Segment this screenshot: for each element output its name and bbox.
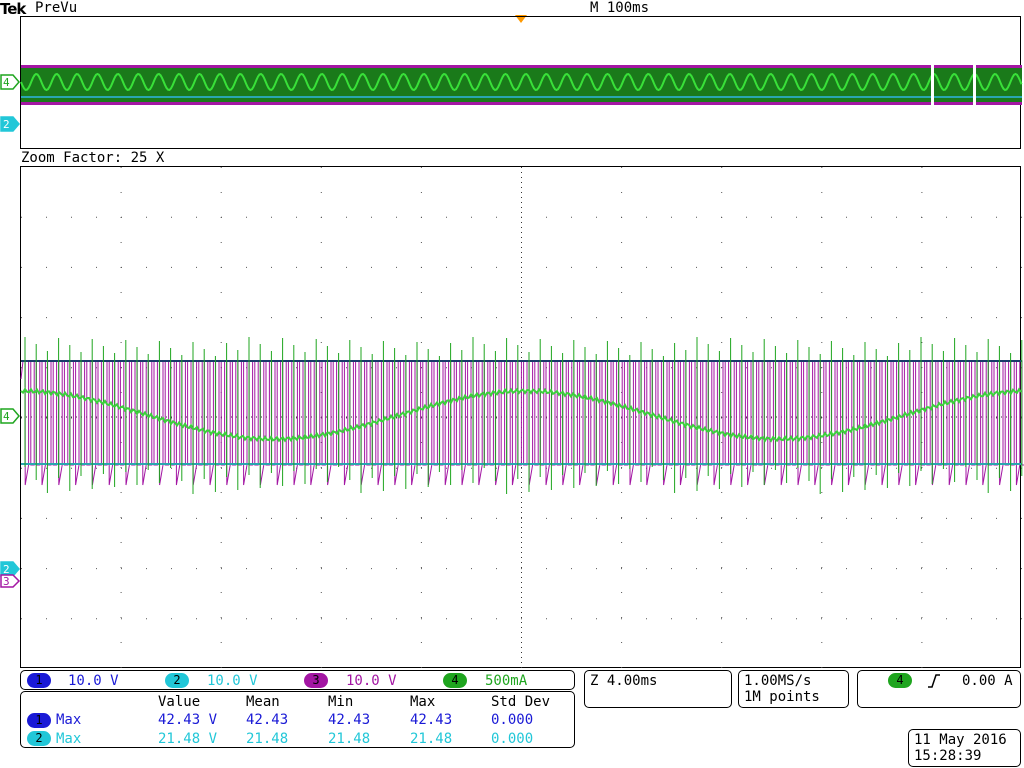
- ch3-scale[interactable]: 10.0 V: [346, 673, 397, 689]
- time-readout: 15:28:39: [914, 748, 982, 764]
- overview-window[interactable]: [20, 16, 1023, 149]
- zoom-time-readout: Z 4.00ms: [590, 673, 658, 689]
- measure-header-std-dev: Std Dev: [491, 694, 551, 710]
- record-length: 1M points: [744, 689, 820, 705]
- ch2-scale[interactable]: 10.0 V: [207, 673, 258, 689]
- ch4-overview-marker[interactable]: 4: [0, 74, 20, 90]
- measure-row1-min: 42.43: [328, 712, 371, 728]
- measure-row1-std-dev: 0.000: [491, 712, 534, 728]
- measure-row1-value: 42.43 V: [158, 712, 218, 728]
- trigger-source-badge: 4: [888, 673, 912, 688]
- measure-row1-max: 42.43: [410, 712, 453, 728]
- measure-header-min: Min: [328, 694, 354, 710]
- ch1-scale[interactable]: 10.0 V: [68, 673, 119, 689]
- measure-row1-mean: 42.43: [246, 712, 289, 728]
- ch4-scale[interactable]: 500mA: [485, 673, 527, 689]
- channel-markers: 4 2 4 2 3: [0, 74, 21, 588]
- ch4-overview-marker-label: 4: [3, 76, 10, 89]
- measure-row2-channel-badge: 2: [27, 731, 51, 746]
- measure-row2-max: 21.48: [410, 731, 453, 747]
- date-readout: 11 May 2016: [914, 732, 1007, 748]
- ch2-overview-marker[interactable]: 2: [0, 116, 20, 132]
- ch3-badge[interactable]: 3: [304, 673, 328, 688]
- zoom-factor-label: Zoom Factor: 25 X: [21, 150, 165, 166]
- measure-header-mean: Mean: [246, 694, 280, 710]
- ch2-overview-marker-label: 2: [3, 118, 10, 131]
- measure-row2-std-dev: 0.000: [491, 731, 534, 747]
- ch3-zoom-marker[interactable]: 3: [0, 574, 21, 588]
- measure-row1-channel-badge: 1: [27, 713, 51, 728]
- zoom-window[interactable]: [20, 166, 1024, 669]
- measure-header-value: Value: [158, 694, 201, 710]
- sample-rate: 1.00MS/s: [744, 673, 812, 689]
- rising-edge-icon: [928, 674, 940, 688]
- measure-row1-type[interactable]: Max: [56, 712, 81, 728]
- overview-traces: [20, 65, 1023, 105]
- measure-row2-value: 21.48 V: [158, 731, 218, 747]
- ch2-zoom-marker[interactable]: 2: [0, 561, 20, 577]
- ch4-zoom-marker[interactable]: 4: [0, 408, 20, 424]
- acquisition-mode: PreVu: [35, 0, 78, 16]
- trigger-level: 0.00 A: [962, 673, 1013, 689]
- ch4-badge[interactable]: 4: [443, 673, 467, 688]
- timebase-readout: M 100ms: [590, 0, 650, 16]
- measure-row2-min: 21.48: [328, 731, 371, 747]
- measure-header-max: Max: [410, 694, 436, 710]
- ch1-badge[interactable]: 1: [27, 673, 51, 688]
- zoom-waveforms: [20, 167, 1024, 669]
- ch2-badge[interactable]: 2: [165, 673, 189, 688]
- measure-row2-mean: 21.48: [246, 731, 289, 747]
- ch3-zoom-marker-label: 3: [3, 575, 10, 588]
- ch4-zoom-marker-label: 4: [3, 410, 10, 423]
- measure-row2-type[interactable]: Max: [56, 731, 81, 747]
- overview-waveforms: [20, 65, 1023, 105]
